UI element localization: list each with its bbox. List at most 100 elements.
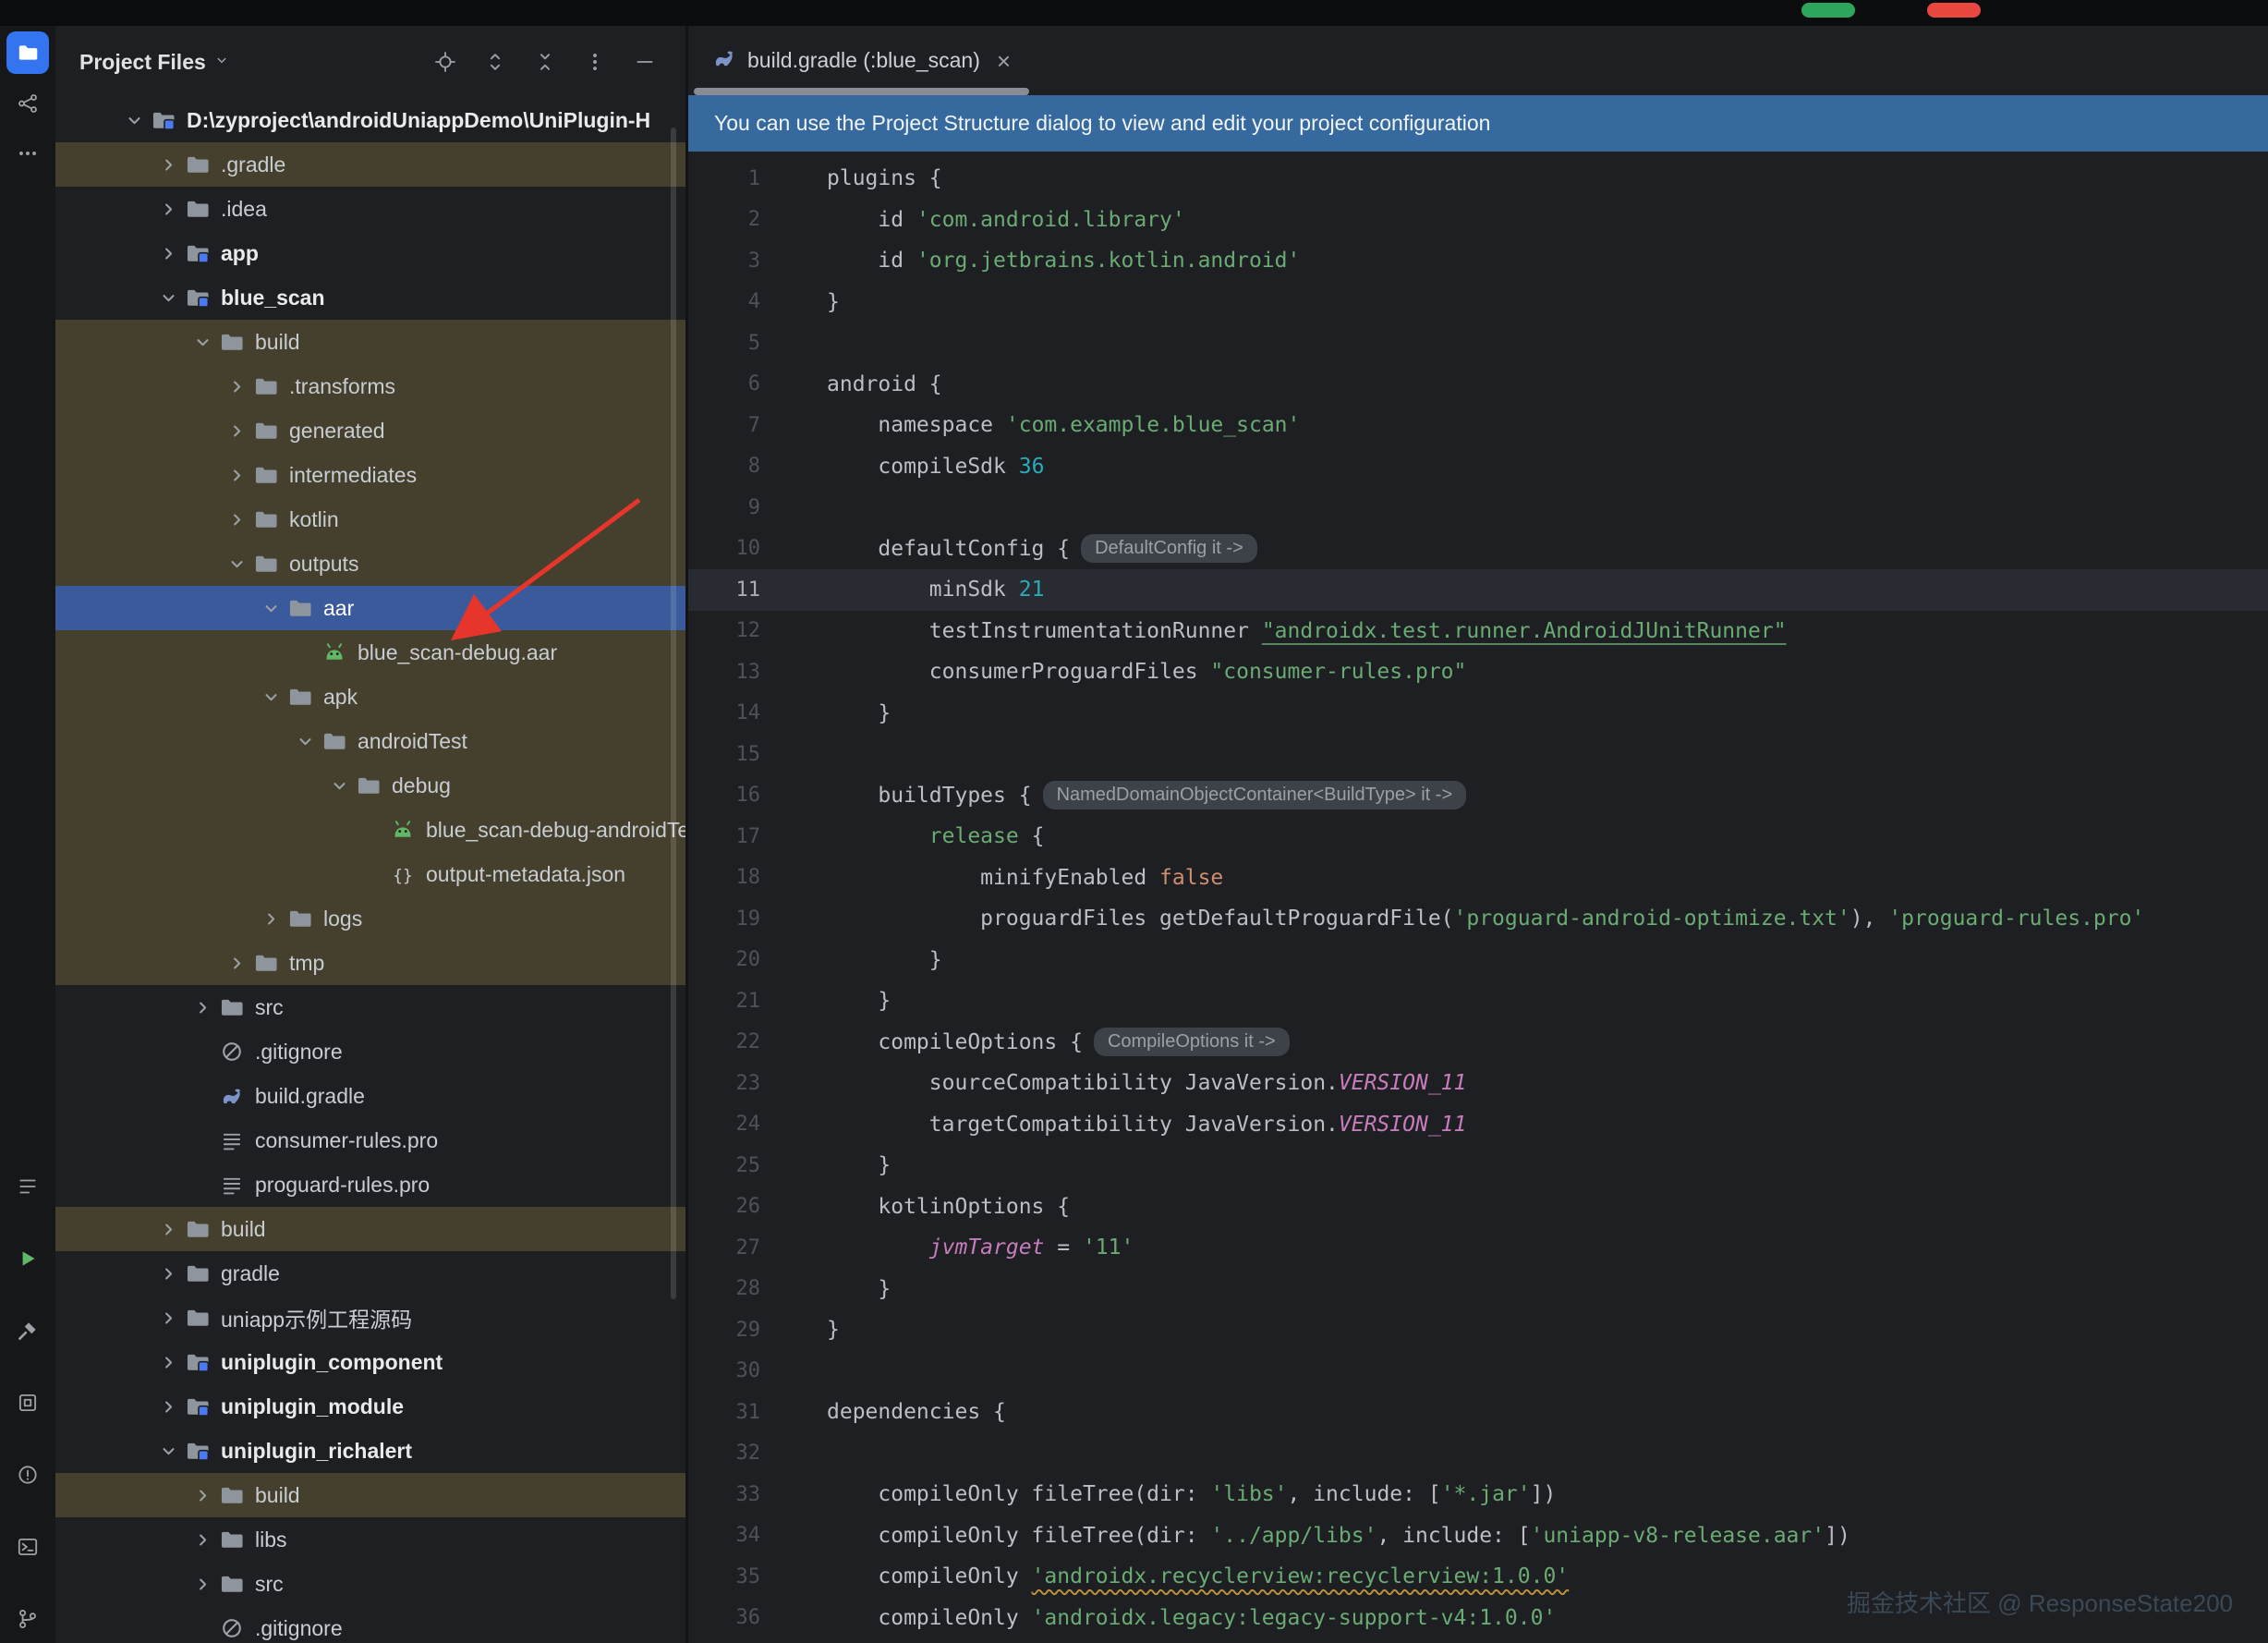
chevron-collapsed-icon[interactable] bbox=[154, 151, 182, 178]
tree-item-blue-scan-debug-androidte[interactable]: blue_scan-debug-androidTe bbox=[55, 808, 685, 852]
code-line-21[interactable]: 21 } bbox=[688, 980, 2268, 1022]
code-line-22[interactable]: 22 compileOptions {CompileOptions it -> bbox=[688, 1022, 2268, 1064]
todo-icon[interactable] bbox=[7, 1166, 48, 1207]
tree-item-src[interactable]: src bbox=[55, 1562, 685, 1606]
chevron-collapsed-icon[interactable] bbox=[223, 372, 250, 400]
code-editor[interactable]: 1plugins {2 id 'com.android.library'3 id… bbox=[688, 152, 2268, 1643]
chevron-collapsed-icon[interactable] bbox=[188, 1570, 216, 1598]
code-line-29[interactable]: 29} bbox=[688, 1309, 2268, 1351]
tree-item-debug[interactable]: debug bbox=[55, 763, 685, 808]
tree-item-gradle[interactable]: .gradle bbox=[55, 142, 685, 187]
more-icon[interactable] bbox=[582, 49, 608, 75]
tree-item-build[interactable]: build bbox=[55, 1473, 685, 1517]
chevron-expanded-icon[interactable] bbox=[154, 284, 182, 311]
more-icon[interactable] bbox=[7, 133, 48, 174]
chevron-collapsed-icon[interactable] bbox=[154, 1393, 182, 1420]
chevron-expanded-icon[interactable] bbox=[257, 594, 285, 622]
chevron-collapsed-icon[interactable] bbox=[154, 239, 182, 267]
tree-item-androidtest[interactable]: androidTest bbox=[55, 719, 685, 763]
chevron-collapsed-icon[interactable] bbox=[257, 905, 285, 932]
tree-item-outputs[interactable]: outputs bbox=[55, 542, 685, 586]
code-line-27[interactable]: 27 jvmTarget = '11' bbox=[688, 1227, 2268, 1269]
chevron-expanded-icon[interactable] bbox=[325, 772, 353, 799]
tree-item-uniplugin-module[interactable]: uniplugin_module bbox=[55, 1384, 685, 1429]
code-line-12[interactable]: 12 testInstrumentationRunner "androidx.t… bbox=[688, 611, 2268, 652]
code-line-28[interactable]: 28 } bbox=[688, 1269, 2268, 1310]
chevron-expanded-icon[interactable] bbox=[120, 106, 148, 134]
code-line-3[interactable]: 3 id 'org.jetbrains.kotlin.android' bbox=[688, 240, 2268, 282]
code-line-1[interactable]: 1plugins { bbox=[688, 158, 2268, 200]
tree-item-blue-scan[interactable]: blue_scan bbox=[55, 275, 685, 320]
git-icon[interactable] bbox=[7, 1599, 48, 1639]
code-line-14[interactable]: 14 } bbox=[688, 693, 2268, 735]
tree-item-src[interactable]: src bbox=[55, 985, 685, 1029]
code-line-13[interactable]: 13 consumerProguardFiles "consumer-rules… bbox=[688, 651, 2268, 693]
code-line-32[interactable]: 32 bbox=[688, 1433, 2268, 1475]
chevron-collapsed-icon[interactable] bbox=[188, 1526, 216, 1553]
tree-item-proguard-rules-pro[interactable]: proguard-rules.pro bbox=[55, 1162, 685, 1207]
tree-item-libs[interactable]: libs bbox=[55, 1517, 685, 1562]
code-line-11[interactable]: 11 minSdk 21 bbox=[688, 569, 2268, 611]
hide-icon[interactable] bbox=[632, 49, 658, 75]
run-icon[interactable] bbox=[7, 1238, 48, 1279]
chevron-collapsed-icon[interactable] bbox=[188, 993, 216, 1021]
code-line-16[interactable]: 16 buildTypes {NamedDomainObjectContaine… bbox=[688, 775, 2268, 817]
code-line-20[interactable]: 20 } bbox=[688, 940, 2268, 981]
tree-item-build[interactable]: build bbox=[55, 320, 685, 364]
tree-item-app[interactable]: app bbox=[55, 231, 685, 275]
tree-item-tmp[interactable]: tmp bbox=[55, 941, 685, 985]
services-icon[interactable] bbox=[7, 1382, 48, 1423]
tree-item-d-zyproject-androiduniappdemo-uniplugin-h[interactable]: D:\zyproject\androidUniappDemo\UniPlugin… bbox=[55, 98, 685, 142]
chevron-collapsed-icon[interactable] bbox=[154, 1304, 182, 1332]
titlebar-green-button[interactable] bbox=[1801, 3, 1855, 18]
code-line-33[interactable]: 33 compileOnly fileTree(dir: 'libs', inc… bbox=[688, 1474, 2268, 1515]
tree-item-build-gradle[interactable]: build.gradle bbox=[55, 1074, 685, 1118]
project-tool-icon[interactable] bbox=[6, 31, 49, 74]
tree-item-build[interactable]: build bbox=[55, 1207, 685, 1251]
tree-item-uniplugin-component[interactable]: uniplugin_component bbox=[55, 1340, 685, 1384]
code-line-26[interactable]: 26 kotlinOptions { bbox=[688, 1187, 2268, 1228]
code-line-37[interactable]: 37 compileOnly 'androidx.appcompat:appco… bbox=[688, 1638, 2268, 1643]
code-line-34[interactable]: 34 compileOnly fileTree(dir: '../app/lib… bbox=[688, 1515, 2268, 1557]
tree-item-logs[interactable]: logs bbox=[55, 896, 685, 941]
code-line-24[interactable]: 24 targetCompatibility JavaVersion.VERSI… bbox=[688, 1104, 2268, 1146]
tree-item-apk[interactable]: apk bbox=[55, 675, 685, 719]
project-scrollbar[interactable] bbox=[671, 128, 676, 1299]
code-line-23[interactable]: 23 sourceCompatibility JavaVersion.VERSI… bbox=[688, 1063, 2268, 1104]
tree-item-uniplugin-richalert[interactable]: uniplugin_richalert bbox=[55, 1429, 685, 1473]
code-line-6[interactable]: 6android { bbox=[688, 364, 2268, 406]
chevron-expanded-icon[interactable] bbox=[291, 727, 319, 755]
locate-icon[interactable] bbox=[432, 49, 458, 75]
tree-item-output-metadata-json[interactable]: {}output-metadata.json bbox=[55, 852, 685, 896]
problems-icon[interactable] bbox=[7, 1454, 48, 1495]
tree-item-gradle[interactable]: gradle bbox=[55, 1251, 685, 1296]
chevron-expanded-icon[interactable] bbox=[188, 328, 216, 356]
chevron-collapsed-icon[interactable] bbox=[223, 949, 250, 977]
code-line-31[interactable]: 31dependencies { bbox=[688, 1392, 2268, 1433]
build-icon[interactable] bbox=[7, 1310, 48, 1351]
tree-item-intermediates[interactable]: intermediates bbox=[55, 453, 685, 497]
code-line-4[interactable]: 4} bbox=[688, 282, 2268, 323]
tree-item-consumer-rules-pro[interactable]: consumer-rules.pro bbox=[55, 1118, 685, 1162]
chevron-collapsed-icon[interactable] bbox=[223, 461, 250, 489]
tree-item-gitignore[interactable]: .gitignore bbox=[55, 1606, 685, 1643]
chevron-collapsed-icon[interactable] bbox=[154, 1215, 182, 1243]
terminal-icon[interactable] bbox=[7, 1527, 48, 1567]
tree-item-blue-scan-debug-aar[interactable]: blue_scan-debug.aar bbox=[55, 630, 685, 675]
collapse-all-icon[interactable] bbox=[532, 49, 558, 75]
tree-item-kotlin[interactable]: kotlin bbox=[55, 497, 685, 542]
chevron-collapsed-icon[interactable] bbox=[223, 505, 250, 533]
code-line-19[interactable]: 19 proguardFiles getDefaultProguardFile(… bbox=[688, 898, 2268, 940]
chevron-expanded-icon[interactable] bbox=[154, 1437, 182, 1465]
chevron-collapsed-icon[interactable] bbox=[154, 1260, 182, 1287]
chevron-collapsed-icon[interactable] bbox=[188, 1481, 216, 1509]
code-line-10[interactable]: 10 defaultConfig {DefaultConfig it -> bbox=[688, 529, 2268, 570]
tree-item-gitignore[interactable]: .gitignore bbox=[55, 1029, 685, 1074]
code-line-8[interactable]: 8 compileSdk 36 bbox=[688, 446, 2268, 488]
tree-item-transforms[interactable]: .transforms bbox=[55, 364, 685, 408]
code-line-2[interactable]: 2 id 'com.android.library' bbox=[688, 200, 2268, 241]
code-line-25[interactable]: 25 } bbox=[688, 1145, 2268, 1187]
project-view-selector[interactable]: Project Files bbox=[79, 50, 230, 75]
tree-item-generated[interactable]: generated bbox=[55, 408, 685, 453]
code-line-15[interactable]: 15 bbox=[688, 734, 2268, 775]
